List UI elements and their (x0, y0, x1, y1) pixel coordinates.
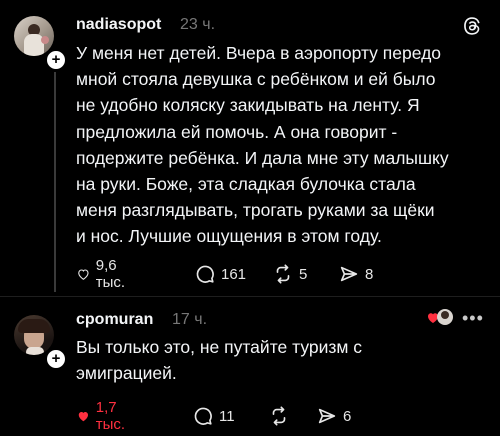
repost-count: 5 (299, 265, 308, 283)
author-like-avatar-icon (426, 307, 456, 329)
share-button[interactable]: 6 (316, 404, 351, 428)
repost-icon (276, 264, 290, 284)
timestamp: 23 ч. (180, 16, 216, 33)
thread-post: + nadiasopot 23 ч. У меня нет детей. Вче… (0, 0, 500, 296)
post-divider (0, 296, 500, 297)
repost-button[interactable]: 5 (272, 262, 307, 286)
follow-plus-icon[interactable]: + (45, 49, 67, 71)
heart-icon (78, 269, 89, 280)
like-button[interactable]: 1,7 тыс. (76, 399, 132, 433)
username[interactable]: nadiasopot (76, 16, 161, 34)
comment-icon (196, 265, 214, 283)
username[interactable]: cpomuran (76, 311, 153, 329)
heart-icon (78, 411, 89, 422)
more-icon[interactable]: ••• (462, 308, 484, 329)
like-count: 9,6 тыс. (95, 257, 126, 291)
share-icon (318, 408, 336, 424)
comment-button[interactable]: 11 (192, 404, 235, 428)
comment-icon (194, 407, 212, 425)
follow-plus-icon[interactable]: + (45, 348, 67, 370)
thread-connector-line (54, 72, 56, 292)
avatar[interactable] (14, 16, 54, 56)
repost-icon (272, 406, 286, 426)
thread-reply: + cpomuran 17 ч. ••• Вы только это, не п… (0, 298, 500, 436)
comment-button[interactable]: 161 (194, 262, 246, 286)
avatar[interactable] (14, 315, 54, 355)
like-count: 1,7 тыс. (95, 399, 126, 433)
share-icon (340, 266, 358, 282)
post-text: У меня нет детей. Вчера в аэропорту пере… (76, 43, 449, 247)
repost-button[interactable] (268, 404, 295, 428)
comment-count: 161 (221, 265, 247, 283)
timestamp: 17 ч. (172, 311, 208, 328)
share-count: 8 (365, 265, 374, 283)
share-count: 6 (343, 407, 352, 425)
comment-count: 11 (219, 407, 235, 425)
post-text: Вы только это, не путайте туризм с эмигр… (76, 337, 363, 384)
like-button[interactable]: 9,6 тыс. (76, 257, 132, 291)
share-button[interactable]: 8 (338, 262, 373, 286)
threads-logo-icon[interactable] (460, 14, 484, 38)
